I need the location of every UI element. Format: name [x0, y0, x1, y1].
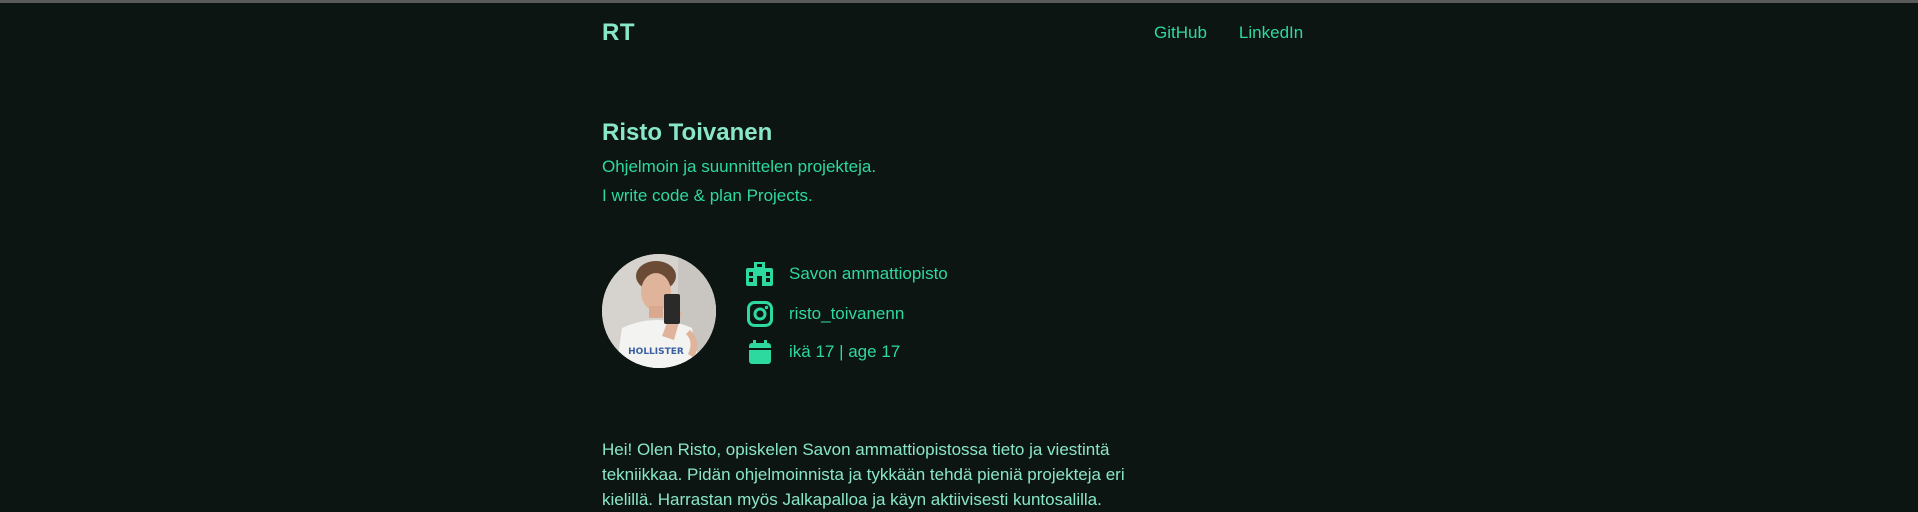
age-text: ikä 17 | age 17 [789, 341, 901, 361]
tagline-finnish: Ohjelmoin ja suunnittelen projekteja. [602, 157, 877, 176]
svg-text:HOLLISTER: HOLLISTER [628, 347, 684, 357]
school-name: Savon ammattiopisto [789, 263, 948, 283]
info-age: ikä 17 | age 17 [746, 338, 900, 365]
instagram-icon [746, 300, 773, 327]
calendar-icon [746, 338, 773, 365]
site-logo[interactable]: RT [602, 19, 635, 47]
avatar: HOLLISTER [602, 254, 716, 368]
nav-link-github[interactable]: GitHub [1154, 23, 1207, 43]
info-school: Savon ammattiopisto [746, 260, 948, 287]
info-instagram[interactable]: risto_toivanenn [746, 300, 904, 327]
profile-name: Risto Toivanen [602, 119, 773, 146]
instagram-handle[interactable]: risto_toivanenn [789, 304, 904, 324]
avatar-photo: HOLLISTER [602, 254, 716, 368]
top-nav: GitHub LinkedIn [1154, 23, 1303, 43]
nav-link-linkedin[interactable]: LinkedIn [1239, 23, 1303, 43]
page: RT GitHub LinkedIn Risto Toivanen Ohjelm… [0, 3, 1918, 509]
bio-paragraph: Hei! Olen Risto, opiskelen Savon ammatti… [602, 440, 1125, 509]
tagline-english: I write code & plan Projects. [602, 186, 813, 205]
school-icon [746, 260, 773, 287]
